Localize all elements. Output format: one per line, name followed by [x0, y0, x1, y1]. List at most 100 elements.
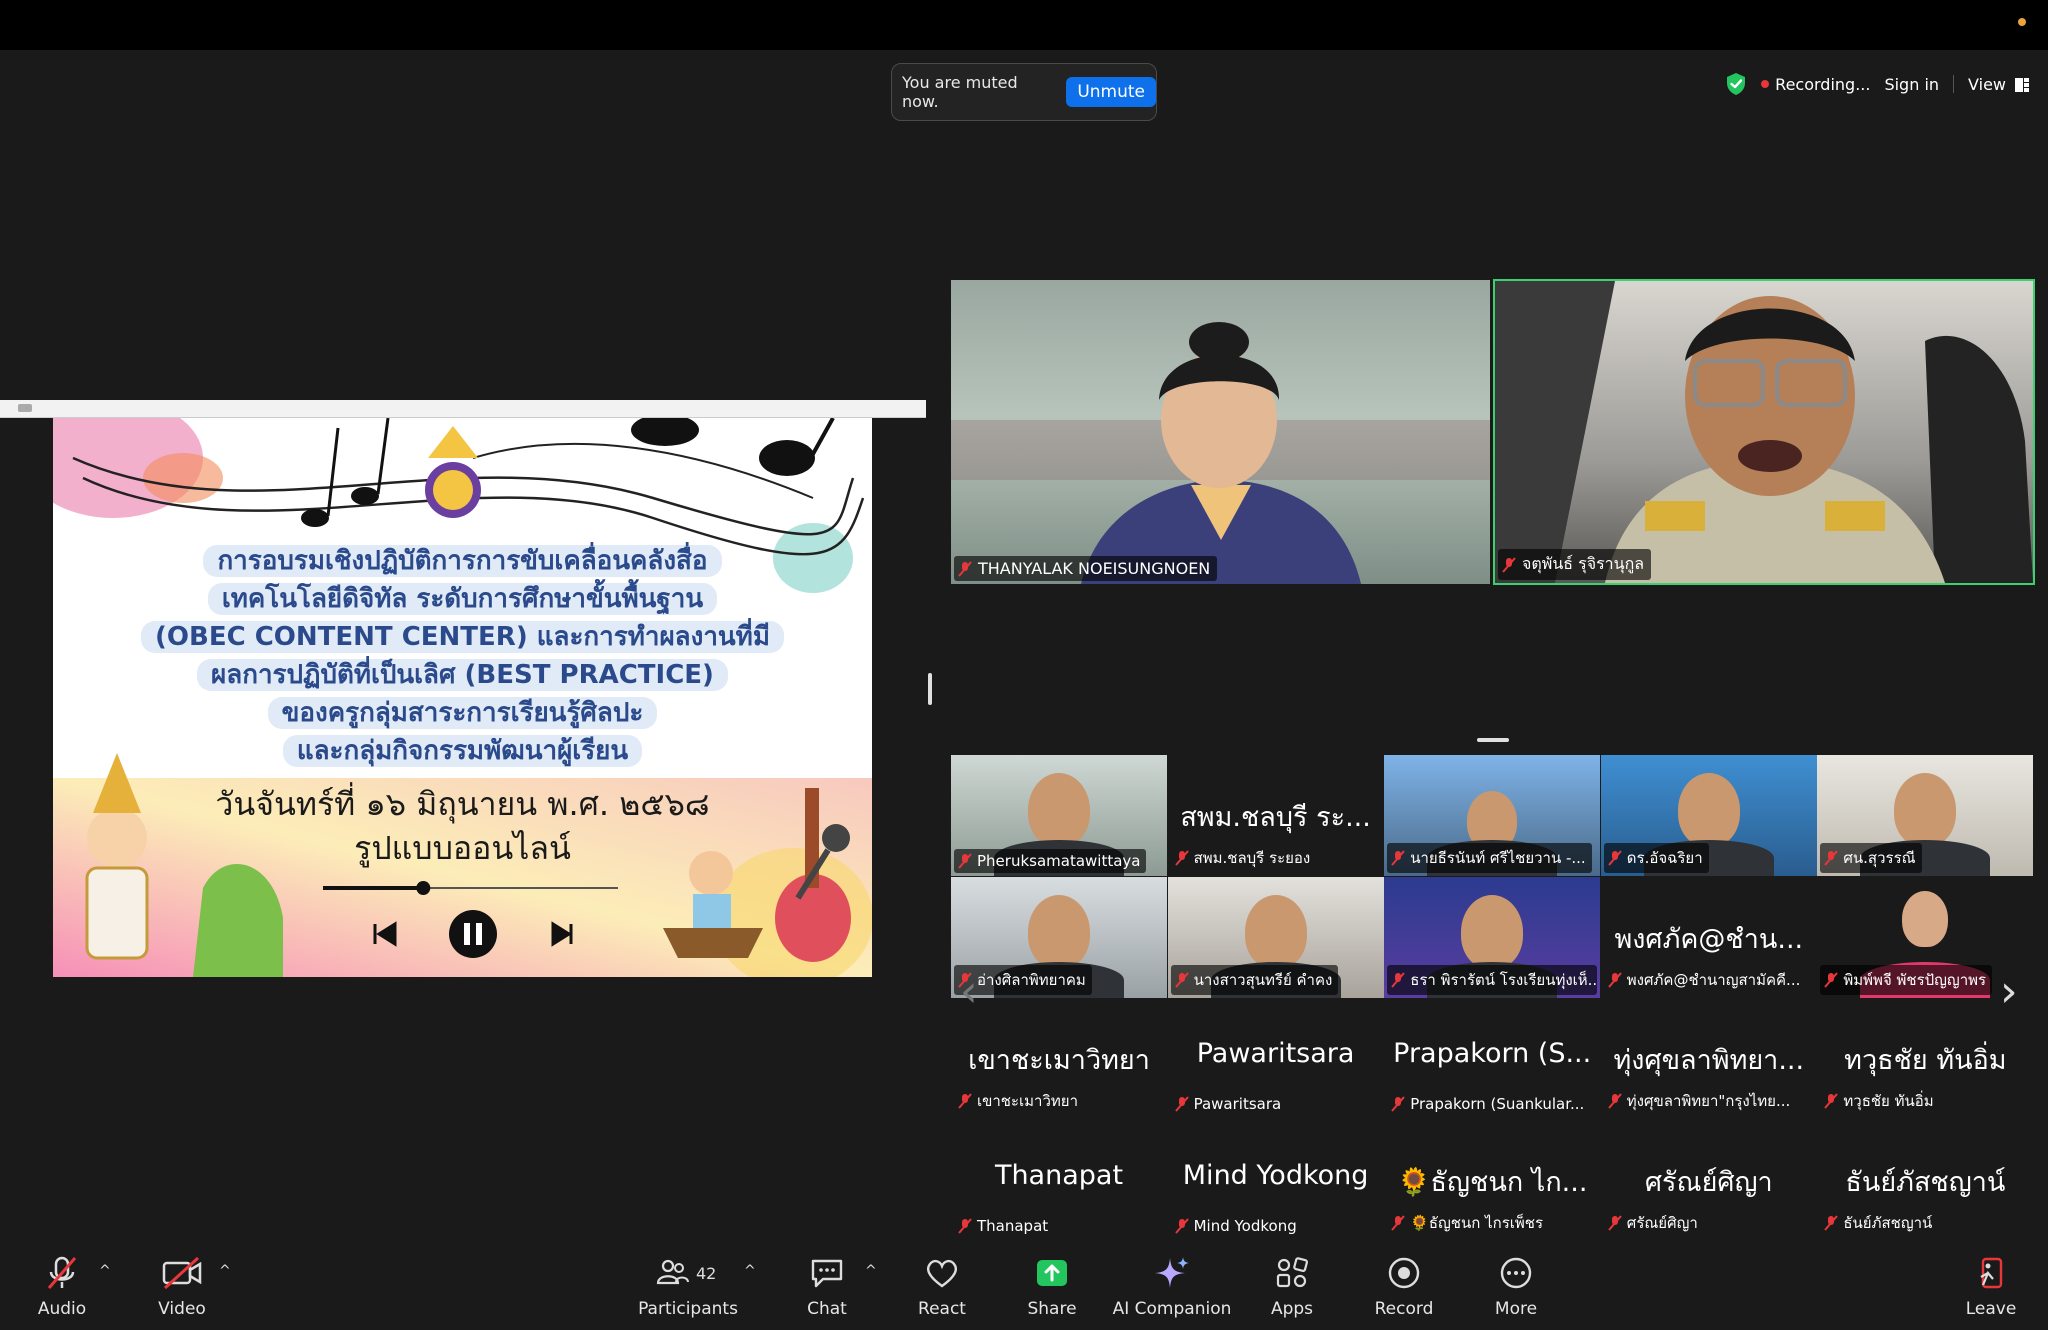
chat-label: Chat — [807, 1299, 847, 1319]
participant-video — [1028, 894, 1090, 969]
participant-tile[interactable]: นายธีรนันท์ ศรีไชยวาน -... — [1384, 755, 1601, 876]
participant-name: Prapakorn (Suankular... — [1410, 1095, 1585, 1113]
gallery-prev-icon[interactable]: ‹ — [960, 970, 978, 1014]
participant-name: ศน.สุวรรณี — [1843, 849, 1916, 867]
participant-display-name: สพม.ชลบุรี ระ... — [1180, 802, 1371, 833]
participant-name: อ่างศิลาพิทยาคม — [977, 970, 1086, 989]
gallery-next-icon[interactable]: › — [2000, 970, 2018, 1014]
participant-tile[interactable]: ธรา พิรารัตน์ โรงเรียนทุ่งเห็... — [1384, 876, 1601, 998]
recording-indicator[interactable]: Recording... — [1761, 75, 1870, 94]
participant-name-label: ศรัณย์ศิญา — [1604, 1208, 1704, 1238]
muted-mic-icon — [47, 1256, 77, 1289]
participant-name-label: 🌻ธัญชนก ไกรเพ็ชร — [1387, 1208, 1549, 1238]
participant-tile[interactable]: ทุ่งศุขลาพิทยา... ทุ่งศุขลาพิทยา"กรุงไทย.… — [1600, 998, 1817, 1119]
participant-name: ธันย์ภัสชญาน์ — [1843, 1213, 1933, 1232]
participant-display-name: Pawaritsara — [1196, 1038, 1355, 1069]
recording-label: Recording... — [1775, 74, 1871, 94]
speaker-name-label: จตุพันธ์ รุจิรานุกูล — [1498, 549, 1652, 580]
participant-tile[interactable]: ธันย์ภัสชญาน์ ธันย์ภัสชญาน์ — [1817, 1119, 2034, 1241]
slide-title-line: และกลุ่มกิจกรรมพัฒนาผู้เรียน — [282, 735, 643, 767]
status-dot — [2018, 18, 2026, 26]
pause-button-icon[interactable] — [449, 910, 497, 958]
participant-tile[interactable]: Thanapat Thanapat — [951, 1119, 1167, 1241]
slide-title-line: เทคโนโลยีดิจิทัล ระดับการศึกษาขั้นพื้นฐา… — [207, 583, 718, 615]
participant-tile[interactable]: Prapakorn (S... Prapakorn (Suankular... — [1384, 998, 1601, 1119]
participant-tile[interactable]: สพม.ชลบุรี ระ... สพม.ชลบุรี ระยอง — [1167, 755, 1384, 876]
participant-video — [1495, 281, 2033, 583]
share-button[interactable]: Share — [997, 1255, 1107, 1319]
speaker-name: จตุพันธ์ รุจิรานุกูล — [1522, 554, 1645, 573]
encryption-shield-icon[interactable] — [1725, 72, 1747, 96]
speaker-tile-1[interactable]: THANYALAK NOEISUNGNOEN — [951, 280, 1490, 584]
participant-display-name: Prapakorn (S... — [1393, 1038, 1592, 1069]
participants-label: Participants — [638, 1299, 738, 1319]
participant-name-label: ธันย์ภัสชญาน์ — [1820, 1208, 1938, 1238]
participant-tile[interactable]: เขาชะเมาวิทยา เขาชะเมาวิทยา — [951, 998, 1167, 1119]
more-icon — [1500, 1257, 1532, 1289]
participant-gallery: Pheruksamatawittaya สพม.ชลบุรี ระ... สพม.ช… — [951, 755, 2034, 1242]
participant-video — [1894, 773, 1957, 847]
muted-message: You are muted now. — [902, 73, 1018, 111]
participant-tile[interactable]: 🌻ธัญชนก ไก... 🌻ธัญชนก ไกรเพ็ชร — [1384, 1119, 1601, 1241]
split-resize-handle[interactable] — [928, 673, 932, 705]
ai-companion-button[interactable]: AI Companion — [1107, 1255, 1237, 1319]
apps-button[interactable]: Apps — [1237, 1255, 1347, 1319]
participant-tile[interactable]: ศน.สุวรรณี — [1817, 755, 2034, 876]
muted-mic-icon — [1174, 971, 1189, 988]
sign-in-link[interactable]: Sign in — [1884, 75, 1939, 94]
speaker-name-label: THANYALAK NOEISUNGNOEN — [954, 556, 1218, 581]
participant-name: ดร.อัจฉริยา — [1626, 849, 1703, 867]
muted-mic-icon — [958, 853, 972, 869]
participant-name: Thanapat — [977, 1216, 1049, 1235]
muted-mic-icon — [1608, 1093, 1622, 1109]
participant-tile[interactable]: Pawaritsara Pawaritsara — [1167, 998, 1384, 1119]
muted-mic-icon — [1824, 971, 1839, 988]
video-options-chevron-icon[interactable]: ^ — [219, 1263, 231, 1279]
recording-dot-icon — [1761, 80, 1770, 88]
chat-options-chevron-icon[interactable]: ^ — [865, 1263, 877, 1279]
participant-name: นางสาวสุนทรีย์ คำคง — [1193, 970, 1333, 989]
apps-icon — [1276, 1257, 1308, 1288]
audio-options-chevron-icon[interactable]: ^ — [99, 1263, 111, 1279]
participant-video — [1461, 894, 1524, 969]
react-label: React — [918, 1299, 966, 1319]
participant-video — [951, 322, 1490, 584]
participant-name: นายธีรนันท์ ศรีไชยวาน -... — [1410, 849, 1586, 867]
record-button[interactable]: Record — [1349, 1255, 1459, 1319]
shared-window-titlebar — [0, 400, 926, 418]
participant-name-label: ธรา พิรารัตน์ โรงเรียนทุ่งเห็... — [1387, 964, 1598, 995]
muted-mic-icon — [1824, 1214, 1839, 1231]
slide-title: การอบรมเชิงปฏิบัติการการขับเคลื่อนคลังสื… — [93, 542, 832, 770]
participant-tile[interactable]: พงศภัค@ชำน... พงศภัค@ชำนาญสามัคคี... — [1600, 876, 1817, 998]
muted-mic-icon — [1391, 850, 1405, 866]
participants-button[interactable]: 42 Participants — [633, 1255, 743, 1319]
participants-icon: 42 — [656, 1259, 716, 1285]
participant-video — [1677, 773, 1740, 847]
participant-tile[interactable]: Mind Yodkong Mind Yodkong — [1167, 1119, 1384, 1241]
speaker-tile-active[interactable]: จตุพันธ์ รุจิรานุกูล — [1493, 279, 2035, 585]
leave-icon — [1980, 1257, 2003, 1289]
sparkle-icon — [1155, 1257, 1189, 1288]
muted-mic-icon — [1174, 850, 1189, 866]
participant-tile[interactable]: นางสาวสุนทรีย์ คำคง — [1167, 876, 1384, 998]
audio-label: Audio — [37, 1299, 87, 1319]
slide-title-line: การอบรมเชิงปฏิบัติการการขับเคลื่อนคลังสื… — [203, 545, 722, 577]
unmute-button[interactable]: Unmute — [1066, 77, 1156, 107]
participant-tile[interactable]: ศรัณย์ศิญา ศรัณย์ศิญา — [1600, 1119, 1817, 1241]
leave-button[interactable]: Leave — [1936, 1255, 2046, 1319]
participant-name: ทุ่งศุขลาพิทยา"กรุงไทย... — [1626, 1092, 1791, 1110]
player-progress-knob[interactable] — [416, 881, 431, 895]
view-button[interactable]: View — [1968, 75, 2030, 94]
participant-tile[interactable]: ดร.อัจฉริยา — [1600, 755, 1817, 876]
muted-mic-icon — [1391, 1096, 1405, 1112]
video-label: Video — [158, 1299, 206, 1319]
participant-tile[interactable]: Pheruksamatawittaya — [951, 755, 1167, 876]
participant-tile[interactable]: อ่างศิลาพิทยาคม — [951, 876, 1167, 998]
participant-name-label: Mind Yodkong — [1171, 1214, 1303, 1238]
more-button[interactable]: More — [1461, 1255, 1571, 1319]
react-button[interactable]: React — [887, 1255, 997, 1319]
participant-name: พิมพ์พจี พัชรปัญญาพร — [1843, 970, 1987, 989]
gallery-resize-grip[interactable] — [1477, 738, 1509, 742]
slide-title-line: ผลการปฏิบัติที่เป็นเลิศ (BEST PRACTICE) — [197, 659, 728, 691]
participants-options-chevron-icon[interactable]: ^ — [744, 1263, 756, 1279]
